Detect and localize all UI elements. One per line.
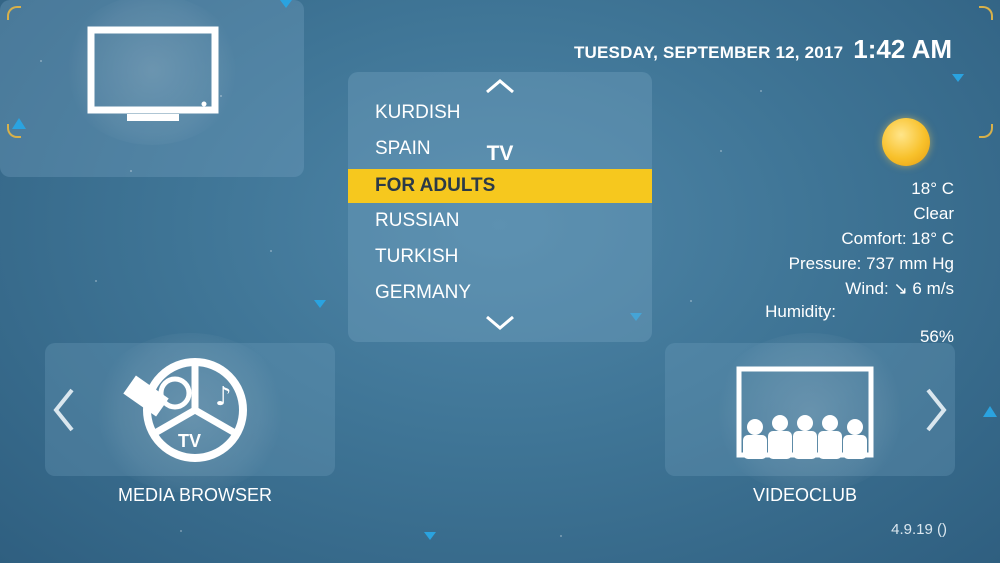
list-item-label: GERMANY [375,282,472,303]
weather-pressure: Pressure: 737 mm Hg [788,254,954,273]
svg-text:♪: ♪ [215,382,232,412]
tv-icon [87,26,219,131]
menu-label-tv: TV [486,142,514,165]
svg-text:TV: TV [178,431,201,451]
star-decoration [95,280,97,282]
weather-temperature: 18° C [911,179,954,198]
menu-item-tv[interactable]: TV [0,0,993,177]
weather-condition: Clear [913,204,954,223]
triangle-decoration [424,532,436,540]
list-item-label: RUSSIAN [375,210,460,231]
star-decoration [560,535,562,537]
focus-corner [979,124,993,138]
chevron-down-icon[interactable] [485,315,515,336]
menu-label-media-browser: MEDIA BROWSER [117,485,273,505]
focus-corner [7,124,21,138]
weather-humidity-label: Humidity: [765,302,836,321]
time-text: 1:42 AM [853,34,952,64]
videoclub-icon [735,365,885,470]
category-list: KURDISH SPAIN FOR ADULTS RUSSIAN TURKISH… [348,72,652,342]
star-decoration [690,300,692,302]
menu-label-videoclub: VIDEOCLUB [752,485,858,505]
star-decoration [180,530,182,532]
star-decoration [760,90,762,92]
date-text: TUESDAY, SEPTEMBER 12, 2017 [573,43,844,62]
weather-wind: Wind: ↘ 6 m/s [845,279,954,298]
version-text: 4.9.19 () [891,521,947,538]
triangle-decoration [314,300,326,308]
list-item[interactable]: KURDISH [348,96,652,130]
star-decoration [270,250,272,252]
triangle-decoration [952,74,964,82]
triangle-decoration [983,406,997,417]
star-decoration [40,60,42,62]
list-item[interactable]: RUSSIAN [348,204,652,238]
media-browser-icon: ♪ TV [120,355,250,470]
list-item[interactable]: TURKISH [348,240,652,274]
menu-item-videoclub[interactable] [665,333,955,493]
focus-corner [979,6,993,20]
list-item-label: TURKISH [375,246,459,267]
focus-corner [7,6,21,20]
menu-item-media-browser[interactable]: ♪ TV [45,333,335,493]
star-decoration [130,170,132,172]
triangle-decoration [280,0,292,8]
list-item[interactable]: GERMANY [348,276,652,310]
list-item-label: KURDISH [375,102,461,123]
list-item-selected[interactable]: FOR ADULTS [348,169,652,203]
weather-comfort: Comfort: 18° C [841,229,954,248]
list-item-label: FOR ADULTS [375,175,496,196]
datetime-display: TUESDAY, SEPTEMBER 12, 2017 1:42 AM [574,34,952,65]
